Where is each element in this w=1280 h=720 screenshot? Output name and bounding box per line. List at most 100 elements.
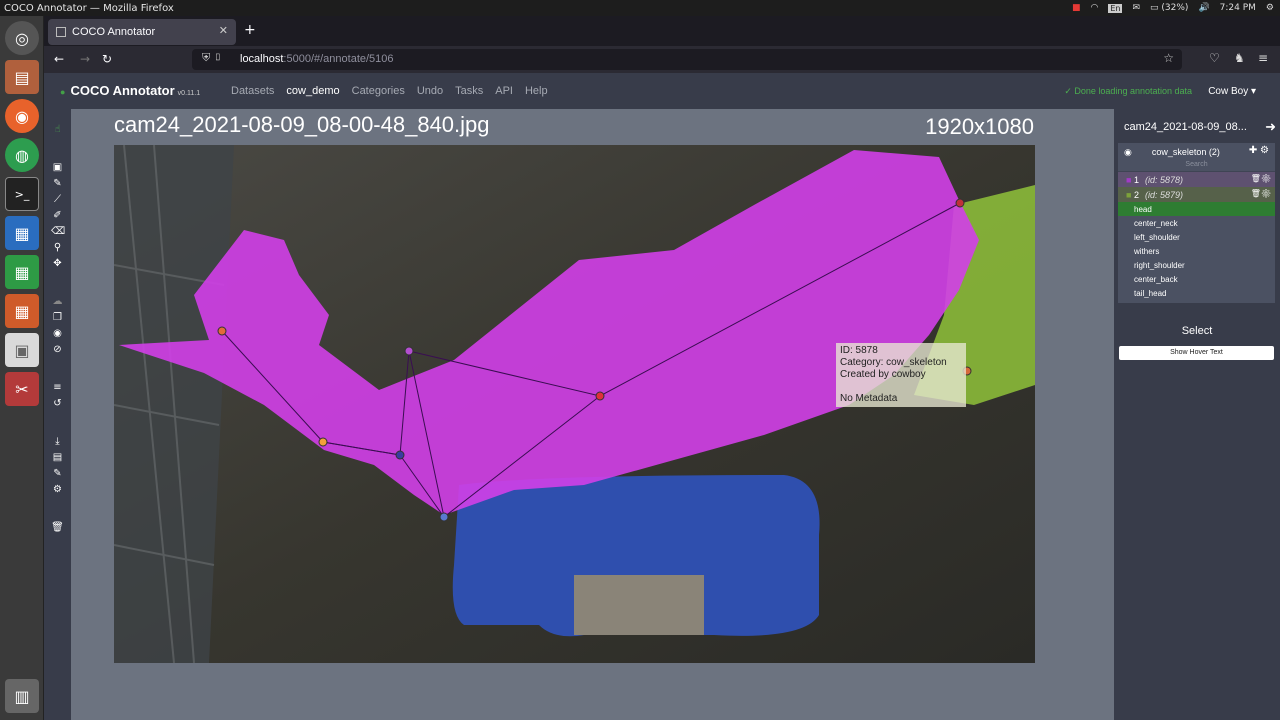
keyboard-layout[interactable]: En: [1108, 3, 1123, 13]
calc-icon[interactable]: ▦: [5, 255, 39, 289]
annotation-color-icon: ■: [1126, 174, 1132, 185]
trash-icon[interactable]: ▥: [5, 679, 39, 713]
back-icon[interactable]: ←: [54, 52, 64, 66]
keypoint-head: [955, 198, 965, 208]
reload-icon[interactable]: ↻: [102, 52, 112, 66]
canvas-area: cam24_2021-08-09_08-00-48_840.jpg 1920x1…: [71, 109, 1114, 720]
keypoint-item-head[interactable]: head: [1118, 202, 1275, 216]
next-image-icon[interactable]: ➜: [1265, 119, 1276, 135]
menu-icon[interactable]: ≡: [1258, 51, 1268, 65]
keypoint-left-shoulder: [439, 512, 449, 522]
page-icon: [56, 27, 66, 37]
edit-icon[interactable]: ✎: [51, 467, 64, 480]
forward-icon[interactable]: →: [80, 52, 90, 66]
menu-tasks[interactable]: Tasks: [455, 85, 483, 97]
camera-icon[interactable]: ■: [1072, 3, 1081, 13]
menu-datasets[interactable]: Datasets: [231, 85, 274, 97]
category-settings-icon[interactable]: ⚙: [1260, 145, 1269, 156]
right-sidebar: cam24_2021-08-09_08... ➜ ◉ cow_skeleton …: [1114, 109, 1280, 720]
os-top-bar: COCO Annotator — Mozilla Firefox ■ ◠ En …: [0, 0, 1280, 16]
mail-icon[interactable]: ✉: [1132, 3, 1140, 13]
download-icon[interactable]: ⤓: [51, 435, 64, 448]
annotation-id: (id: 5879): [1144, 189, 1183, 200]
menu-cow-demo[interactable]: cow_demo: [286, 85, 339, 97]
menu-categories[interactable]: Categories: [352, 85, 405, 97]
annotation-number: 2: [1133, 189, 1139, 200]
menu-undo[interactable]: Undo: [417, 85, 443, 97]
settings-icon[interactable]: ⚙: [1261, 174, 1271, 183]
annotation-controls: 🗑⚙: [1251, 189, 1271, 198]
save-icon[interactable]: ▤: [51, 451, 64, 464]
battery-icon: ▭: [1150, 3, 1159, 13]
battery-status[interactable]: ▭ (32%): [1150, 3, 1188, 13]
status-dot-icon: ●: [60, 87, 66, 97]
chrome-icon[interactable]: ◍: [5, 138, 39, 172]
cloud-icon[interactable]: ☁: [51, 295, 64, 308]
gear-icon[interactable]: ⚙: [51, 483, 64, 496]
annotation-number: 1: [1133, 174, 1139, 185]
file-manager-icon[interactable]: ▤: [5, 60, 39, 94]
bookmark-star-icon[interactable]: ☆: [1163, 51, 1174, 65]
delete-icon[interactable]: 🗑: [51, 521, 64, 534]
category-name[interactable]: cow_skeleton (2): [1152, 147, 1220, 157]
volume-icon[interactable]: 🔊: [1198, 3, 1209, 13]
brush-icon[interactable]: ✐: [51, 209, 64, 222]
settings-icon[interactable]: ⚙: [1261, 189, 1271, 198]
writer-icon[interactable]: ▦: [5, 216, 39, 250]
bbox-tool-icon[interactable]: ▣: [51, 161, 64, 174]
menu-api[interactable]: API: [495, 85, 513, 97]
keypoint-item-left-shoulder[interactable]: left_shoulder: [1118, 230, 1275, 244]
brand[interactable]: ● COCO Annotator v0.11.1: [60, 83, 200, 98]
terminal-icon[interactable]: >_: [5, 177, 39, 211]
close-tab-icon[interactable]: ✕: [219, 24, 228, 37]
annotation-row[interactable]: ■ 2 (id: 5879) 🗑⚙: [1118, 187, 1275, 202]
show-hover-text-button[interactable]: Show Hover Text: [1119, 346, 1274, 360]
keypoint-item-withers[interactable]: withers: [1118, 244, 1275, 258]
category-header[interactable]: ◉ cow_skeleton (2) ✚ ⚙: [1118, 143, 1275, 161]
browser-tab-strip: COCO Annotator ✕ +: [44, 16, 1280, 46]
power-icon[interactable]: ⚙: [1266, 3, 1274, 13]
add-annotation-icon[interactable]: ✚: [1249, 145, 1257, 156]
extension-icon[interactable]: ♞: [1234, 51, 1245, 65]
copy-icon[interactable]: ❐: [51, 311, 64, 324]
wifi-icon[interactable]: ◠: [1090, 3, 1098, 13]
magic-wand-icon[interactable]: ⟋: [51, 193, 64, 206]
dextr-icon[interactable]: ✥: [51, 257, 64, 270]
delete-icon[interactable]: 🗑: [1251, 189, 1261, 198]
software-center-icon[interactable]: ▣: [5, 333, 39, 367]
align-icon[interactable]: ≡: [51, 381, 64, 394]
delete-icon[interactable]: 🗑: [1251, 174, 1261, 183]
undo-icon[interactable]: ↺: [51, 397, 64, 410]
user-menu[interactable]: Cow Boy ▾: [1208, 86, 1256, 97]
app-navbar: ● COCO Annotator v0.11.1 Datasets cow_demo…: [44, 73, 1280, 109]
annotation-id: (id: 5878): [1144, 174, 1183, 185]
tab-coco-annotator[interactable]: COCO Annotator ✕: [48, 19, 236, 45]
main-menu: Datasets cow_demo Categories Undo Tasks …: [231, 85, 548, 97]
annotation-search[interactable]: Search: [1118, 161, 1275, 172]
keypoint-item-tail-head[interactable]: tail_head: [1118, 286, 1275, 300]
firefox-icon[interactable]: ◉: [5, 99, 39, 133]
impress-icon[interactable]: ▦: [5, 294, 39, 328]
settings-icon[interactable]: ✂: [5, 372, 39, 406]
new-tab-icon[interactable]: +: [244, 22, 256, 38]
keypoint-icon[interactable]: ⚲: [51, 241, 64, 254]
shield-icon[interactable]: ⛨ ▯: [202, 52, 222, 65]
keypoint-item-right-shoulder[interactable]: right_shoulder: [1118, 258, 1275, 272]
annotation-row[interactable]: ■ 1 (id: 5878) 🗑⚙: [1118, 172, 1275, 187]
pocket-icon[interactable]: ♡: [1209, 51, 1220, 65]
eye-icon[interactable]: ◉: [1124, 147, 1132, 158]
eye-icon[interactable]: ◉: [51, 327, 64, 340]
address-bar[interactable]: ⛨ ▯ localhost:5000/#/annotate/5106 ☆: [192, 49, 1182, 70]
eye-slash-icon[interactable]: ⊘: [51, 343, 64, 356]
ubuntu-dash-icon[interactable]: ◎: [5, 21, 39, 55]
keypoint-item-center-back[interactable]: center_back: [1118, 272, 1275, 286]
eraser-icon[interactable]: ⌫: [51, 225, 65, 238]
menu-help[interactable]: Help: [525, 85, 548, 97]
keypoint-withers: [404, 346, 414, 356]
hover-tooltip: ID: 5878 Category: cow_skeleton Created …: [836, 343, 966, 407]
hover-spacer: [840, 381, 962, 393]
clock[interactable]: 7:24 PM: [1220, 3, 1256, 13]
keypoint-item-center-neck[interactable]: center_neck: [1118, 216, 1275, 230]
polygon-tool-icon[interactable]: ✎: [51, 177, 64, 190]
select-tool-icon[interactable]: ☝: [51, 123, 64, 136]
